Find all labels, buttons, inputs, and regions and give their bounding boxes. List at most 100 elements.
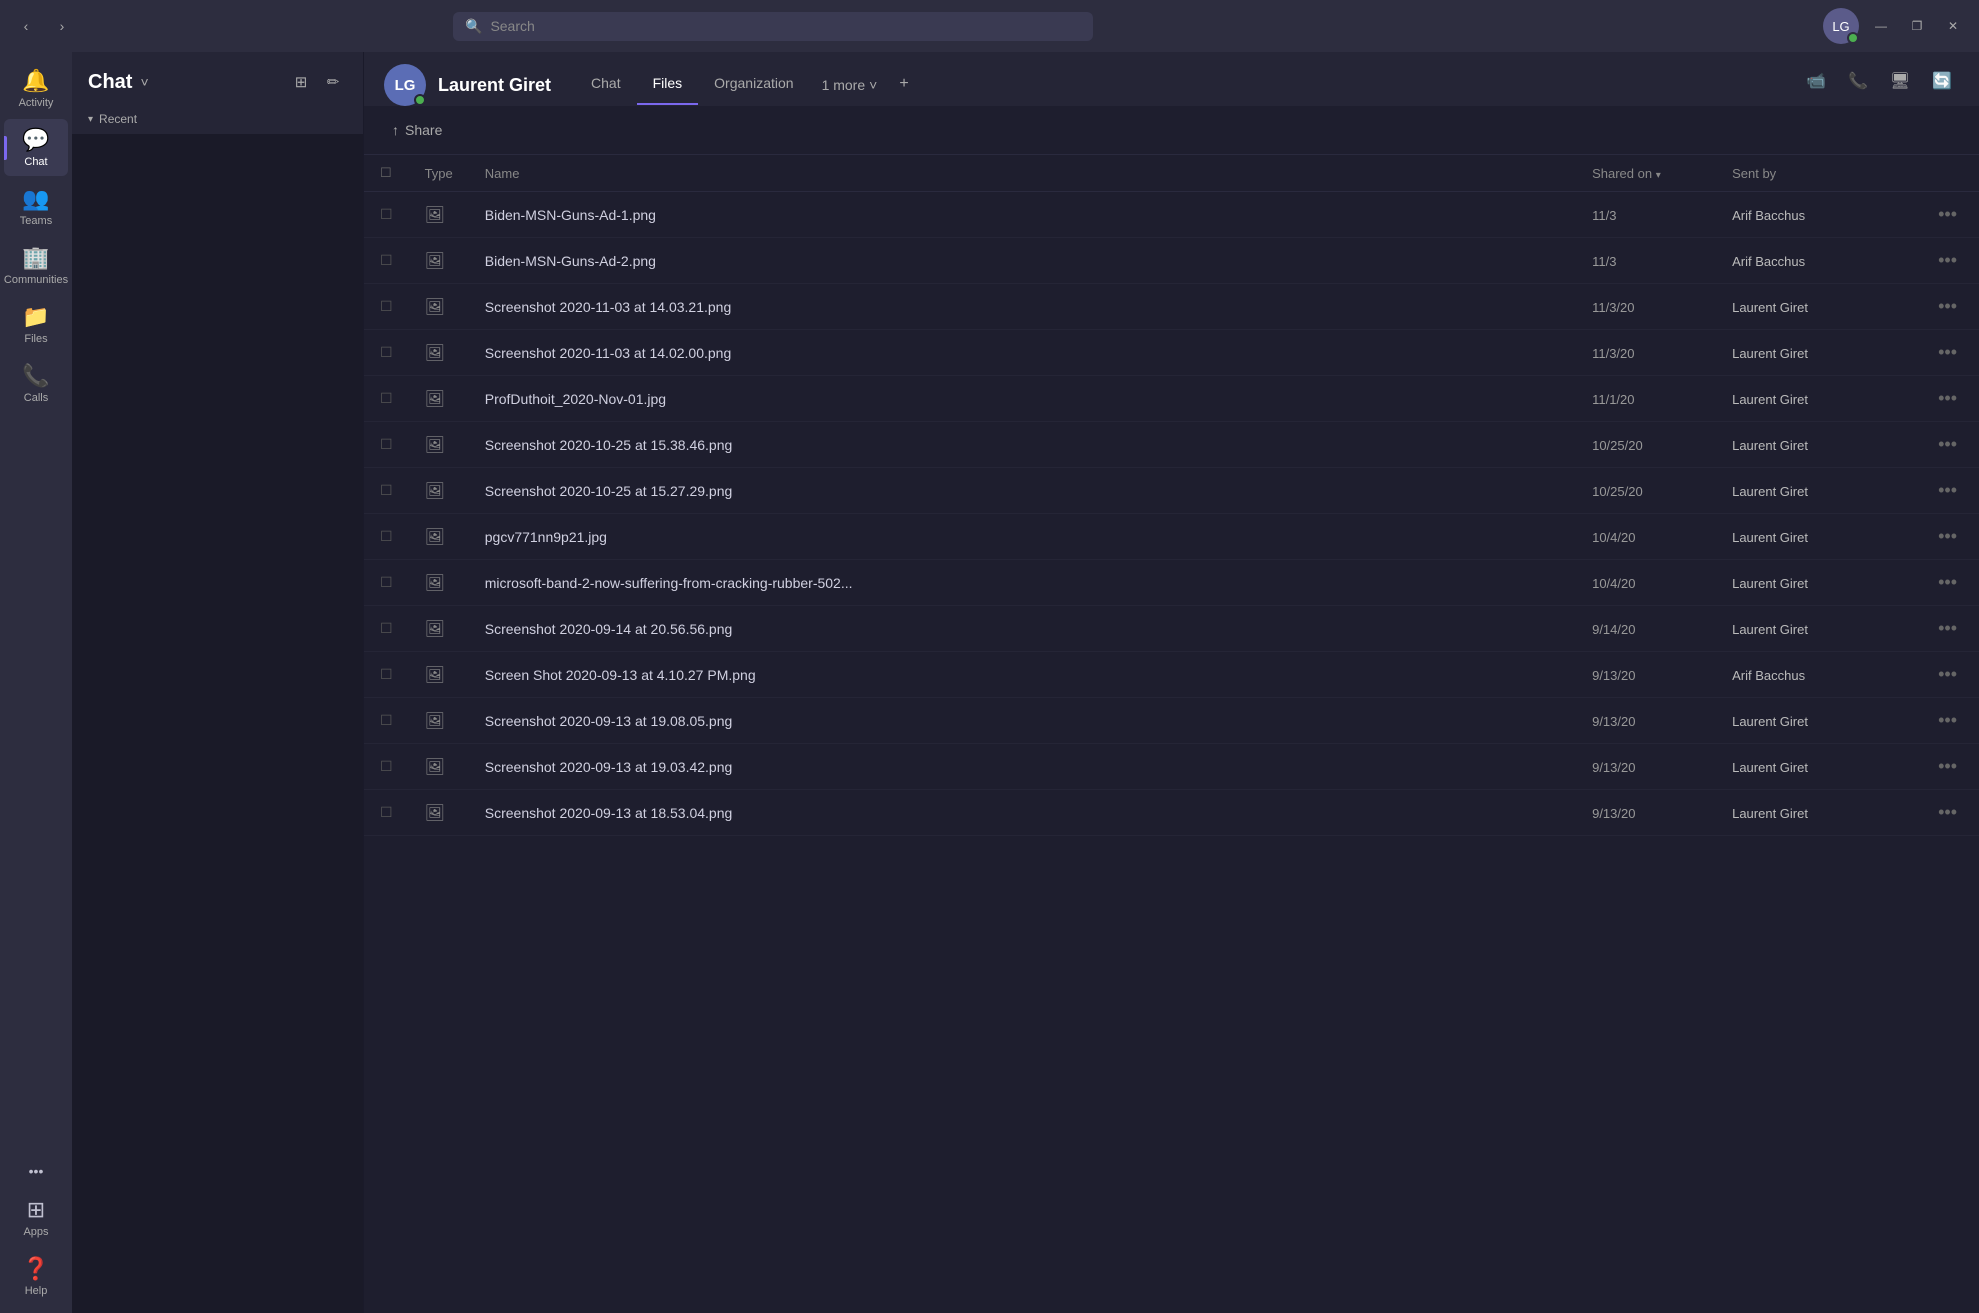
recent-chevron-icon[interactable]: ▾ bbox=[88, 114, 93, 125]
maximize-button[interactable]: ❐ bbox=[1903, 12, 1931, 40]
table-row[interactable]: ☐ 🖼 ProfDuthoit_2020-Nov-01.jpg 11/1/20 … bbox=[364, 376, 1979, 422]
minimize-button[interactable]: — bbox=[1867, 12, 1895, 40]
content-header-right: 📹 📞 🖥 🔄 bbox=[1799, 64, 1959, 106]
filter-button[interactable]: ⊞ bbox=[287, 68, 315, 96]
table-row[interactable]: ☐ 🖼 Biden-MSN-Guns-Ad-1.png 11/3 Arif Ba… bbox=[364, 192, 1979, 238]
tab-add-button[interactable]: + bbox=[889, 65, 918, 105]
row-checkbox[interactable]: ☐ bbox=[364, 652, 409, 698]
table-row[interactable]: ☐ 🖼 Screenshot 2020-10-25 at 15.27.29.pn… bbox=[364, 468, 1979, 514]
table-header-actions bbox=[1916, 155, 1979, 192]
file-date-text: 9/13/20 bbox=[1592, 714, 1635, 729]
row-checkbox[interactable]: ☐ bbox=[364, 238, 409, 284]
tab-files[interactable]: Files bbox=[637, 65, 699, 105]
table-row[interactable]: ☐ 🖼 Screenshot 2020-09-13 at 19.03.42.pn… bbox=[364, 744, 1979, 790]
row-name: microsoft-band-2-now-suffering-from-crac… bbox=[469, 560, 1576, 606]
nav-forward-button[interactable]: › bbox=[48, 12, 76, 40]
chat-chevron-icon[interactable]: ˅ bbox=[140, 74, 148, 90]
row-more-button[interactable]: ••• bbox=[1932, 524, 1963, 549]
sidebar-item-communities[interactable]: 🏢 Communities bbox=[4, 237, 68, 294]
row-checkbox[interactable]: ☐ bbox=[364, 192, 409, 238]
share-screen-button[interactable]: 🖥 bbox=[1883, 64, 1917, 98]
row-type: 🖼 bbox=[409, 238, 469, 284]
video-call-button[interactable]: 📹 bbox=[1799, 64, 1833, 98]
file-date-text: 11/3/20 bbox=[1592, 346, 1634, 361]
row-checkbox[interactable]: ☐ bbox=[364, 606, 409, 652]
nav-back-button[interactable]: ‹ bbox=[12, 12, 40, 40]
row-more-button[interactable]: ••• bbox=[1932, 432, 1963, 457]
file-sender-text: Laurent Giret bbox=[1732, 622, 1808, 637]
close-button[interactable]: ✕ bbox=[1939, 12, 1967, 40]
content-header: LG Laurent Giret Chat Files Organization… bbox=[364, 52, 1979, 106]
table-row[interactable]: ☐ 🖼 Screenshot 2020-09-13 at 19.08.05.pn… bbox=[364, 698, 1979, 744]
tab-more[interactable]: 1 more ˅ bbox=[810, 67, 890, 105]
table-row[interactable]: ☐ 🖼 Screen Shot 2020-09-13 at 4.10.27 PM… bbox=[364, 652, 1979, 698]
file-image-icon: 🖼 bbox=[425, 621, 445, 638]
row-checkbox[interactable]: ☐ bbox=[364, 790, 409, 836]
sidebar-item-teams[interactable]: 👥 Teams bbox=[4, 178, 68, 235]
row-checkbox[interactable]: ☐ bbox=[364, 744, 409, 790]
row-more-button[interactable]: ••• bbox=[1932, 202, 1963, 227]
row-more-button[interactable]: ••• bbox=[1932, 294, 1963, 319]
row-date: 9/13/20 bbox=[1576, 744, 1716, 790]
sidebar-item-more[interactable]: ••• bbox=[4, 1155, 68, 1187]
table-row[interactable]: ☐ 🖼 Screenshot 2020-09-13 at 18.53.04.pn… bbox=[364, 790, 1979, 836]
row-more-button[interactable]: ••• bbox=[1932, 616, 1963, 641]
table-header-name: Name bbox=[469, 155, 1576, 192]
row-more-button[interactable]: ••• bbox=[1932, 386, 1963, 411]
row-name: Screenshot 2020-09-14 at 20.56.56.png bbox=[469, 606, 1576, 652]
row-more-button[interactable]: ••• bbox=[1932, 248, 1963, 273]
table-row[interactable]: ☐ 🖼 Screenshot 2020-09-14 at 20.56.56.pn… bbox=[364, 606, 1979, 652]
file-image-icon: 🖼 bbox=[425, 575, 445, 592]
search-bar: 🔍 bbox=[453, 12, 1093, 41]
row-actions: ••• bbox=[1916, 330, 1979, 376]
table-row[interactable]: ☐ 🖼 Biden-MSN-Guns-Ad-2.png 11/3 Arif Ba… bbox=[364, 238, 1979, 284]
tab-chat[interactable]: Chat bbox=[575, 65, 637, 105]
sidebar-item-activity[interactable]: 🔔 Activity bbox=[4, 60, 68, 117]
row-checkbox[interactable]: ☐ bbox=[364, 422, 409, 468]
refresh-button[interactable]: 🔄 bbox=[1925, 64, 1959, 98]
tab-organization[interactable]: Organization bbox=[698, 65, 809, 105]
row-date: 9/14/20 bbox=[1576, 606, 1716, 652]
row-sender: Laurent Giret bbox=[1716, 330, 1916, 376]
sidebar-item-calls[interactable]: 📞 Calls bbox=[4, 355, 68, 412]
sort-arrow-icon: ▾ bbox=[1656, 170, 1661, 181]
row-checkbox[interactable]: ☐ bbox=[364, 330, 409, 376]
row-more-button[interactable]: ••• bbox=[1932, 478, 1963, 503]
sidebar-item-apps[interactable]: ⊞ Apps bbox=[4, 1189, 68, 1246]
row-checkbox[interactable]: ☐ bbox=[364, 514, 409, 560]
search-input[interactable] bbox=[490, 18, 1081, 34]
table-row[interactable]: ☐ 🖼 Screenshot 2020-11-03 at 14.03.21.pn… bbox=[364, 284, 1979, 330]
row-more-button[interactable]: ••• bbox=[1932, 662, 1963, 687]
chat-header: Chat ˅ ⊞ ✏ bbox=[72, 52, 363, 108]
sidebar-item-files[interactable]: 📁 Files bbox=[4, 296, 68, 353]
table-row[interactable]: ☐ 🖼 microsoft-band-2-now-suffering-from-… bbox=[364, 560, 1979, 606]
file-name-text: Screenshot 2020-09-13 at 18.53.04.png bbox=[485, 805, 733, 821]
table-header-shared-on[interactable]: Shared on ▾ bbox=[1576, 155, 1716, 192]
row-date: 11/1/20 bbox=[1576, 376, 1716, 422]
row-more-button[interactable]: ••• bbox=[1932, 570, 1963, 595]
table-row[interactable]: ☐ 🖼 pgcv771nn9p21.jpg 10/4/20 Laurent Gi… bbox=[364, 514, 1979, 560]
table-header-checkbox[interactable]: ☐ bbox=[364, 155, 409, 192]
row-more-button[interactable]: ••• bbox=[1932, 754, 1963, 779]
title-bar-right: LG — ❐ ✕ bbox=[1823, 8, 1967, 44]
sidebar-item-help[interactable]: ❓ Help bbox=[4, 1248, 68, 1305]
user-avatar[interactable]: LG bbox=[1823, 8, 1859, 44]
share-button[interactable]: ↑ Share bbox=[384, 118, 450, 142]
table-row[interactable]: ☐ 🖼 Screenshot 2020-11-03 at 14.02.00.pn… bbox=[364, 330, 1979, 376]
audio-call-button[interactable]: 📞 bbox=[1841, 64, 1875, 98]
table-header-type: Type bbox=[409, 155, 469, 192]
row-checkbox[interactable]: ☐ bbox=[364, 284, 409, 330]
row-more-button[interactable]: ••• bbox=[1932, 708, 1963, 733]
tab-more-chevron-icon: ˅ bbox=[869, 77, 877, 93]
sidebar-item-files-label: Files bbox=[24, 333, 47, 345]
row-checkbox[interactable]: ☐ bbox=[364, 698, 409, 744]
sidebar-item-chat[interactable]: 💬 Chat bbox=[4, 119, 68, 176]
file-sender-text: Laurent Giret bbox=[1732, 530, 1808, 545]
row-more-button[interactable]: ••• bbox=[1932, 800, 1963, 825]
row-checkbox[interactable]: ☐ bbox=[364, 468, 409, 514]
row-checkbox[interactable]: ☐ bbox=[364, 376, 409, 422]
row-more-button[interactable]: ••• bbox=[1932, 340, 1963, 365]
table-row[interactable]: ☐ 🖼 Screenshot 2020-10-25 at 15.38.46.pn… bbox=[364, 422, 1979, 468]
row-checkbox[interactable]: ☐ bbox=[364, 560, 409, 606]
new-chat-button[interactable]: ✏ bbox=[319, 68, 347, 96]
